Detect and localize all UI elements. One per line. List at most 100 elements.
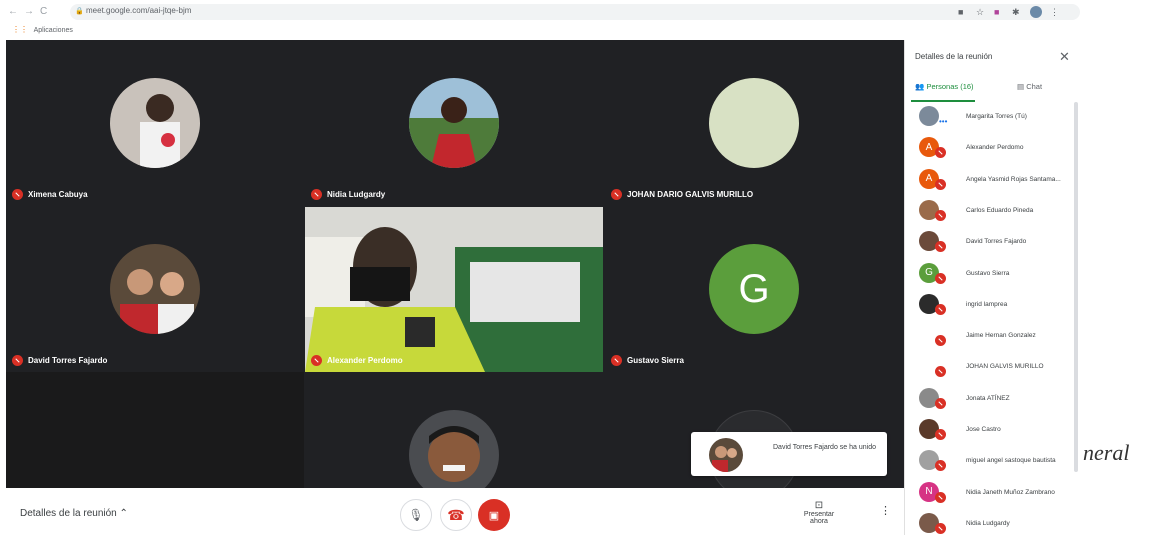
participant-list-name: Jose Castro	[966, 426, 1001, 433]
mic-off-icon	[935, 522, 946, 534]
participant-list-item[interactable]: Carlos Eduardo Pineda	[913, 197, 1071, 228]
screenshot: ← → C 🔒 meet.google.com/aai-jtqe-bjm ■ ☆…	[0, 0, 1149, 535]
participant-list-item[interactable]: ingrid lamprea	[913, 291, 1071, 322]
close-icon[interactable]: ✕	[1059, 49, 1070, 65]
chat-icon: ▤	[1017, 82, 1025, 91]
puzzle-icon[interactable]: ✱	[1012, 7, 1020, 18]
participant-name: Gustavo Sierra	[611, 355, 684, 366]
microphone-button[interactable]: 🎙	[400, 499, 432, 531]
meeting-details-panel: Detalles de la reunión ✕ 👥 Personas (16)…	[904, 40, 1080, 535]
participant-name: Alexander Perdomo	[311, 355, 403, 366]
meeting-details-button[interactable]: Detalles de la reunión ⌃	[20, 508, 128, 519]
participant-list-name: Alexander Perdomo	[966, 144, 1024, 152]
participant-tile[interactable]: Ximena Cabuya	[6, 40, 304, 206]
avatar	[409, 410, 499, 488]
tab-chat[interactable]: ▤ Chat	[1017, 82, 1042, 91]
participant-list-name: David Torres Fajardo	[966, 238, 1027, 246]
more-options-icon[interactable]: ⋮	[880, 504, 891, 517]
mic-off-icon	[935, 335, 946, 347]
participant-list-name: Carlos Eduardo Pineda	[966, 206, 1034, 214]
tab-people[interactable]: 👥 Personas (16)	[915, 82, 974, 91]
mic-off-icon	[935, 397, 946, 409]
back-icon[interactable]: ←	[8, 6, 18, 17]
speaking-indicator-icon: •••	[939, 117, 948, 126]
mic-off-icon	[935, 491, 946, 503]
bottom-toolbar: Detalles de la reunión ⌃ 🎙 ☎ ▣ ⊡ Present…	[6, 488, 904, 535]
participant-avatar	[919, 106, 939, 126]
participant-list-item[interactable]: G Gustavo Sierra	[913, 260, 1071, 291]
mic-off-icon	[12, 355, 23, 366]
microphone-icon: 🎙	[408, 508, 424, 522]
mic-off-icon	[311, 189, 322, 200]
participant-list-name: miguel angel sastoque bautista	[966, 457, 1056, 465]
present-now-button[interactable]: ⊡ Presentar ahora	[794, 500, 844, 525]
avatar	[709, 78, 799, 168]
star-icon[interactable]: ☆	[976, 7, 984, 18]
url-text: meet.google.com/aai-jtqe-bjm	[86, 6, 192, 15]
avatar	[110, 244, 200, 334]
camera-button[interactable]: ▣	[478, 499, 510, 531]
people-icon: 👥	[915, 82, 925, 91]
overflow-text: neral	[1083, 440, 1130, 465]
active-tab-indicator	[911, 100, 975, 102]
participant-list-item[interactable]: Jaime Hernan Gonzalez	[913, 322, 1071, 353]
participant-name: David Torres Fajardo	[12, 355, 107, 366]
participant-list-name: Nidia Ludgardy	[966, 519, 1010, 527]
mic-off-icon	[935, 241, 946, 253]
participant-tile[interactable]: JOHAN DARIO GALVIS MURILLO	[605, 40, 903, 206]
participant-grid: Ximena Cabuya Nidia Ludgardy JOHAN DARIO…	[6, 40, 904, 488]
apps-grid-icon[interactable]: ⋮⋮	[12, 25, 28, 34]
meeting-details-label: Detalles de la reunión	[20, 508, 117, 519]
participant-list-item[interactable]: N Nidia Janeth Muñoz Zambrano	[913, 479, 1071, 510]
camera-icon[interactable]: ■	[958, 7, 963, 17]
mic-off-icon	[935, 366, 946, 378]
participant-tile[interactable]: David Torres Fajardo	[6, 206, 304, 372]
participant-list-name: Margarita Torres (Tú)	[966, 113, 1027, 120]
present-now-label: Presentar ahora	[803, 511, 835, 525]
participant-list-item[interactable]: A Angela Yasmid Rojas Santama...	[913, 166, 1071, 197]
bookmarks-bar: ⋮⋮ Aplicaciones	[12, 25, 73, 34]
participant-list-item[interactable]: Nidia Ludgardy	[913, 510, 1071, 535]
profile-avatar[interactable]	[1030, 6, 1042, 18]
mic-off-icon	[611, 189, 622, 200]
mic-off-icon	[935, 209, 946, 221]
participant-name: JOHAN DARIO GALVIS MURILLO	[611, 189, 753, 200]
participant-name: Ximena Cabuya	[12, 189, 88, 200]
participant-list-item[interactable]: ••• Margarita Torres (Tú)	[913, 103, 1071, 134]
toast-avatar	[709, 438, 743, 472]
participant-list-item[interactable]: Jose Castro	[913, 416, 1071, 447]
participant-list-name: JOHAN GALVIS MURILLO	[966, 363, 1044, 371]
phone-hangup-icon: ☎	[447, 506, 465, 523]
participant-tile[interactable]: Nidia Ludgardy	[305, 40, 603, 206]
participant-tile[interactable]	[305, 372, 603, 488]
avatar-initial: G	[709, 244, 799, 334]
address-bar[interactable]: 🔒 meet.google.com/aai-jtqe-bjm	[70, 4, 1080, 20]
forward-icon[interactable]: →	[24, 6, 34, 17]
participant-list-name: Angela Yasmid Rojas Santama...	[966, 175, 1061, 183]
join-notification: David Torres Fajardo se ha unido	[691, 432, 887, 476]
menu-icon[interactable]: ⋮	[1050, 7, 1059, 18]
extension-icon[interactable]: ■	[994, 7, 999, 17]
participant-tile[interactable]	[6, 372, 304, 488]
video-feed-tile[interactable]: Alexander Perdomo	[305, 207, 603, 372]
browser-chrome: ← → C 🔒 meet.google.com/aai-jtqe-bjm ■ ☆…	[0, 0, 1080, 40]
mic-off-icon	[935, 147, 946, 159]
reload-icon[interactable]: C	[40, 6, 47, 17]
chevron-up-icon: ⌃	[119, 508, 128, 519]
panel-title: Detalles de la reunión	[915, 52, 993, 61]
participant-list-item[interactable]: JOHAN GALVIS MURILLO	[913, 353, 1071, 384]
mic-off-icon	[935, 272, 946, 284]
mic-off-icon	[311, 355, 322, 366]
avatar	[409, 78, 499, 168]
participant-list-name: Jonata ATÍNEZ	[966, 394, 1010, 402]
mic-off-icon	[935, 460, 946, 472]
participant-list-item[interactable]: David Torres Fajardo	[913, 228, 1071, 259]
participant-list-item[interactable]: A Alexander Perdomo	[913, 134, 1071, 165]
panel-scrollbar[interactable]	[1074, 102, 1078, 472]
lock-icon: 🔒	[75, 8, 84, 15]
participant-tile[interactable]: G Gustavo Sierra	[605, 206, 903, 372]
participant-list-item[interactable]: Jonata ATÍNEZ	[913, 385, 1071, 416]
hang-up-button[interactable]: ☎	[440, 499, 472, 531]
participant-list-item[interactable]: miguel angel sastoque bautista	[913, 447, 1071, 478]
apps-bookmark[interactable]: Aplicaciones	[34, 27, 73, 34]
